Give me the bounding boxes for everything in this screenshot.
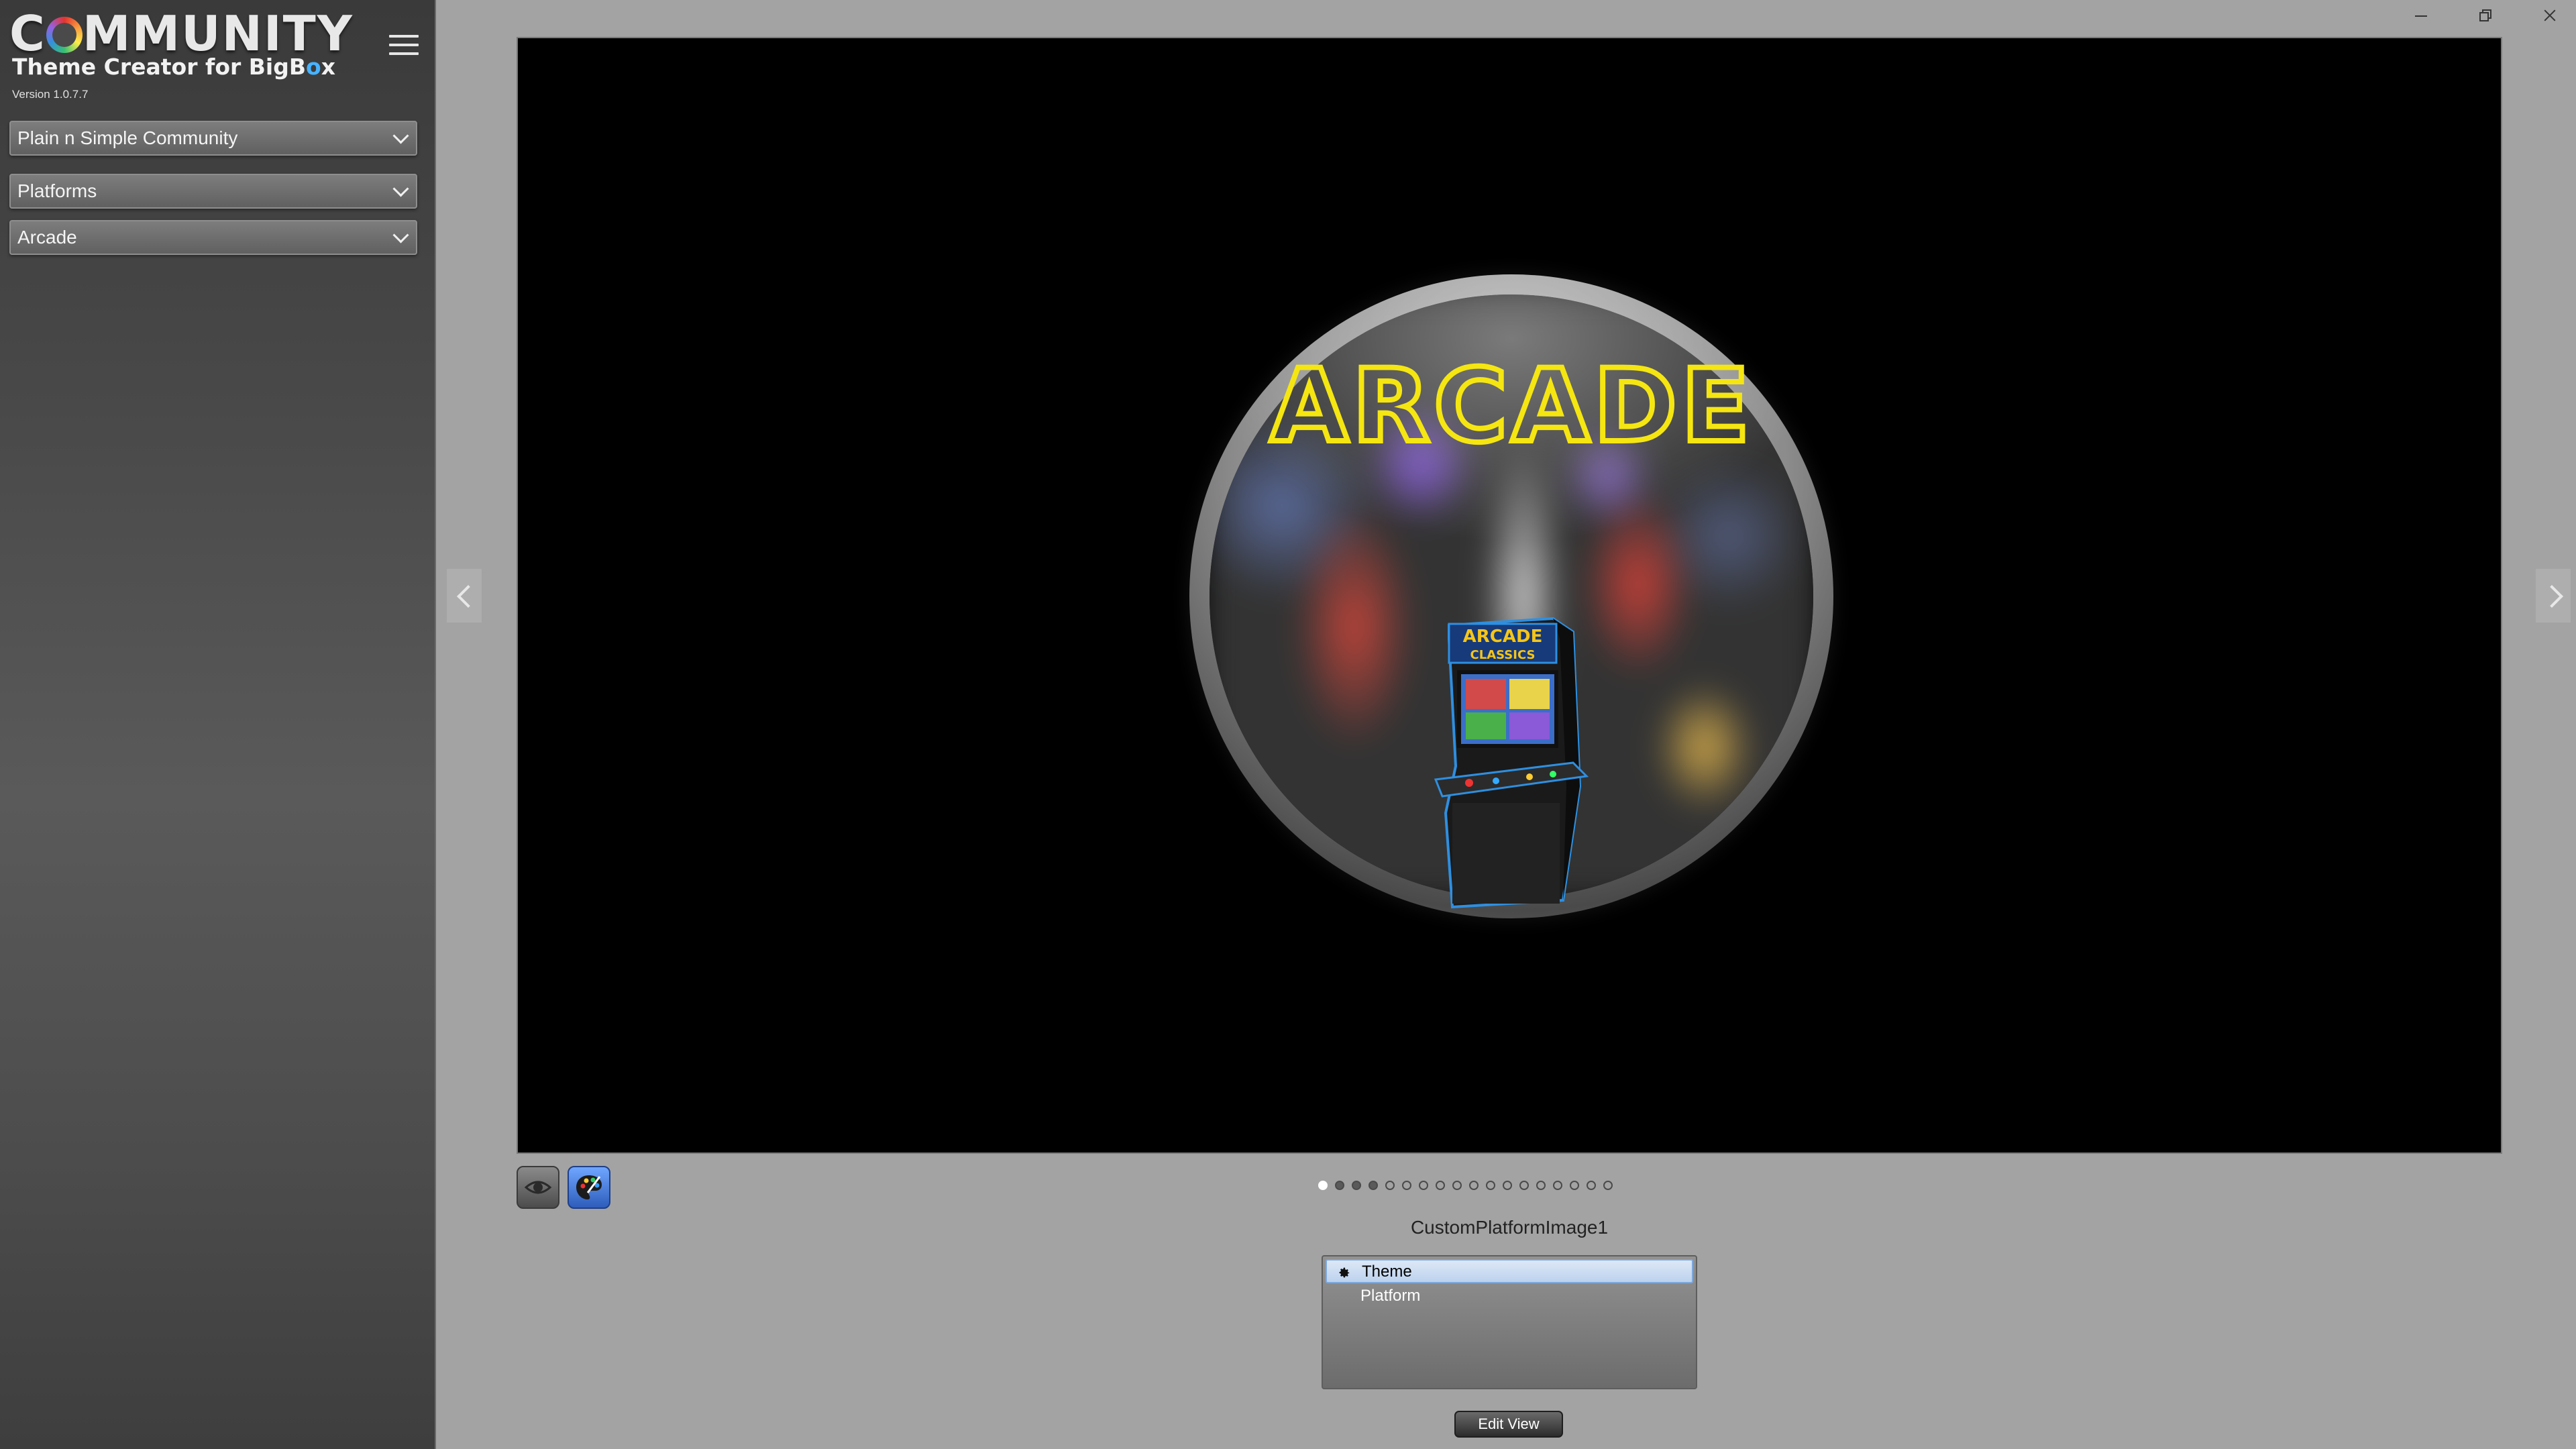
pager-dot[interactable]: [1368, 1181, 1378, 1190]
view-type-dropdown-value: Platforms: [17, 180, 97, 201]
close-button[interactable]: [2534, 4, 2565, 27]
theme-dropdown-value: Plain n Simple Community: [17, 127, 238, 148]
subtitle-o: o: [306, 54, 321, 80]
layer-item-label: Platform: [1360, 1287, 1421, 1305]
hamburger-menu-icon[interactable]: [389, 35, 419, 55]
edit-view-button[interactable]: Edit View: [1454, 1411, 1563, 1438]
arcade-logo-text: ARCADE: [1271, 354, 1754, 454]
pager-dot[interactable]: [1503, 1181, 1512, 1190]
layers-listbox: Theme Platform: [1322, 1255, 1697, 1389]
pager-dot[interactable]: [1486, 1181, 1495, 1190]
platform-dropdown[interactable]: Arcade: [9, 220, 417, 255]
pager-dot[interactable]: [1402, 1181, 1411, 1190]
theme-preview-canvas: ARCADE ARCADE CLASSICS: [517, 37, 2502, 1154]
theme-dropdown[interactable]: Plain n Simple Community: [9, 121, 417, 156]
pager-dot[interactable]: [1587, 1181, 1596, 1190]
pager-dot[interactable]: [1419, 1181, 1428, 1190]
subtitle-x: x: [321, 54, 335, 80]
cabinet-marquee-line1: ARCADE: [1463, 627, 1543, 647]
arcade-cabinet-image: ARCADE CLASSICS: [1434, 616, 1589, 909]
pager-dot[interactable]: [1452, 1181, 1462, 1190]
minimize-button[interactable]: [2406, 4, 2436, 27]
chevron-down-icon: [392, 180, 409, 197]
previous-view-arrow-icon[interactable]: [447, 569, 482, 623]
theme-editor-button[interactable]: [568, 1166, 610, 1209]
pager-dot[interactable]: [1469, 1181, 1479, 1190]
restore-button[interactable]: [2471, 4, 2502, 27]
gear-icon: [1339, 1267, 1350, 1278]
layer-item-platform[interactable]: Platform: [1326, 1285, 1693, 1309]
next-view-arrow-icon[interactable]: [2536, 569, 2571, 623]
pager-dot[interactable]: [1436, 1181, 1445, 1190]
pager-dot[interactable]: [1352, 1181, 1361, 1190]
menu-bar: [389, 44, 419, 46]
subtitle-text: Theme Creator for BigB: [12, 54, 307, 80]
pager-dot[interactable]: [1536, 1181, 1546, 1190]
pager-dot[interactable]: [1335, 1181, 1344, 1190]
menu-bar: [389, 52, 419, 55]
logo-ring-icon: [46, 17, 83, 53]
pager-dot[interactable]: [1519, 1181, 1529, 1190]
pager-dot[interactable]: [1553, 1181, 1562, 1190]
current-view-name: CustomPlatformImage1: [1410, 1217, 1609, 1238]
preview-toggle-button[interactable]: [517, 1166, 559, 1209]
app-subtitle: Theme Creator for BigBox: [12, 54, 335, 80]
cabinet-marquee-line2: CLASSICS: [1470, 648, 1536, 662]
menu-bar: [389, 35, 419, 38]
pager-dot[interactable]: [1385, 1181, 1395, 1190]
layer-item-theme[interactable]: Theme: [1326, 1259, 1693, 1283]
pager-dot[interactable]: [1603, 1181, 1613, 1190]
chevron-down-icon: [392, 127, 409, 144]
platform-dropdown-value: Arcade: [17, 227, 77, 248]
pager-dot[interactable]: [1318, 1181, 1328, 1190]
app-version: Version 1.0.7.7: [12, 88, 89, 101]
pager-dot[interactable]: [1570, 1181, 1579, 1190]
eye-icon: [524, 1181, 552, 1194]
arcade-logo-image: ARCADE: [1268, 354, 1754, 454]
palette-icon: [576, 1175, 602, 1199]
view-pager-dots: [1318, 1181, 1613, 1190]
layer-item-label: Theme: [1362, 1263, 1412, 1281]
view-type-dropdown[interactable]: Platforms: [9, 174, 417, 209]
sidebar: C MMUNITY Theme Creator for BigBox Versio…: [0, 0, 436, 1449]
chevron-down-icon: [392, 227, 409, 244]
